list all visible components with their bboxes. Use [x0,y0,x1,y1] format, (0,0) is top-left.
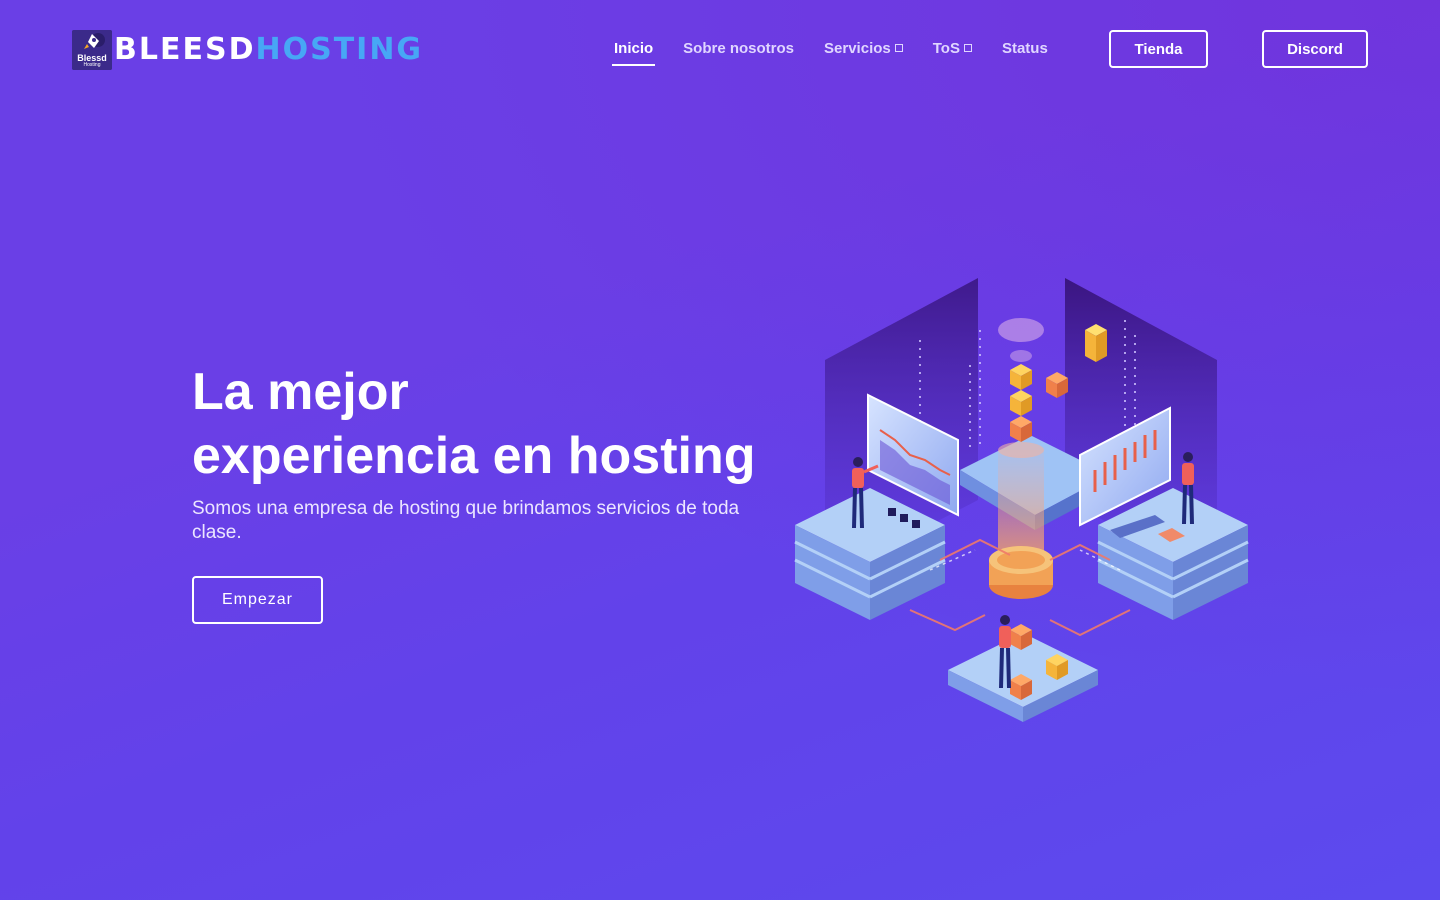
discord-button[interactable]: Discord [1262,30,1368,68]
brand-name: BLEESDHOSTING [114,33,423,67]
hero-title-line2: experiencia en hosting [192,427,756,485]
tienda-button[interactable]: Tienda [1109,30,1208,68]
hero-title: La mejor experiencia en hosting [192,360,792,488]
nav-item-tos-label: ToS [932,40,960,57]
logo-icon: Blessd Hosting [72,30,112,70]
nav-item-tos[interactable]: ToS [933,40,972,57]
brand-name-part1: BLEESD [114,32,256,67]
empezar-button[interactable]: Empezar [192,576,323,624]
nav-item-servicios-label: Servicios [824,40,891,57]
dropdown-caret-icon [963,44,972,52]
nav-item-status[interactable]: Status [1002,40,1048,57]
isometric-server-illustration [794,278,1249,722]
logo-label: Blessd Hosting [77,53,107,69]
main-nav: Inicio Sobre nosotros Servicios ToS Stat… [600,40,1078,66]
brand-logo-link[interactable]: Blessd Hosting BLEESDHOSTING [72,30,423,70]
navbar: Blessd Hosting BLEESDHOSTING Inicio Sobr… [0,0,1440,100]
nav-item-inicio[interactable]: Inicio [611,40,656,66]
hero-title-line1: La mejor [192,363,409,421]
nav-item-sobre-nosotros[interactable]: Sobre nosotros [683,40,794,57]
brand-name-part2: HOSTING [255,32,424,67]
hero-subtitle: Somos una empresa de hosting que brindam… [192,498,740,543]
dropdown-caret-icon [894,44,903,52]
nav-item-servicios[interactable]: Servicios [824,40,903,57]
